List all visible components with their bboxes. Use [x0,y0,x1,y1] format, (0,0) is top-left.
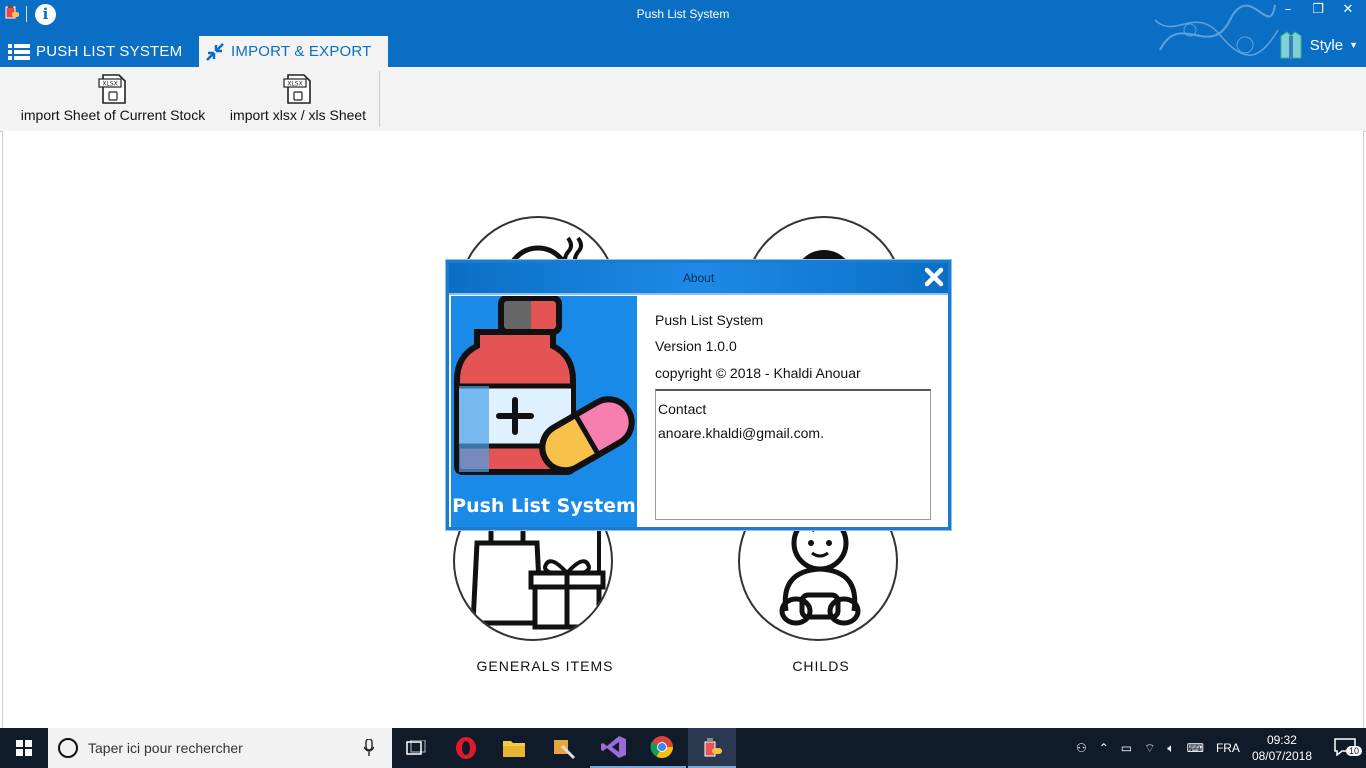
close-button[interactable]: ✕ [1338,2,1358,17]
windows-start-icon[interactable] [0,728,48,768]
category-label-generals-items: GENERALS ITEMS [476,658,614,674]
about-copyright: copyright © 2018 - Khaldi Anouar [655,365,861,381]
search-placeholder: Taper ici pour rechercher [88,740,243,756]
tab-import-export[interactable]: IMPORT & EXPORT [199,36,388,67]
keyboard-icon[interactable]: ⌨ [1187,741,1204,755]
volume-icon[interactable]: 🔈︎ [1167,741,1174,756]
shirt-icon [1280,31,1302,59]
push-list-app-icon[interactable] [688,728,736,768]
decorative-pattern [1154,4,1279,56]
contact-label: Contact [658,401,707,417]
contact-email: anoare.khaldi@gmail.com. [658,425,824,441]
close-icon[interactable] [923,266,945,288]
ribbon: XLSX import Sheet of Current Stock XLSX … [0,67,1366,132]
xlsx-badge: XLSX [287,81,302,88]
about-version: Version 1.0.0 [655,338,737,354]
chevron-down-icon: ▼ [1349,40,1358,50]
logo-text: Push List System [452,495,636,517]
tab-label: IMPORT & EXPORT [231,43,372,60]
visual-studio-icon[interactable] [590,728,638,768]
style-menu-button[interactable]: Style ▼ [1278,30,1358,60]
import-xlsx-xls-button[interactable]: XLSX import xlsx / xls Sheet [222,73,374,123]
action-center-icon[interactable]: 10 [1326,728,1366,768]
clock[interactable]: 09:32 08/07/2018 [1252,732,1312,764]
task-view-icon[interactable] [392,728,440,768]
chrome-icon[interactable] [638,728,686,768]
xlsx-file-icon: XLSX [283,74,311,104]
ribbon-separator [379,71,380,127]
xlsx-badge: XLSX [102,81,117,88]
minimize-button[interactable]: – [1278,2,1298,17]
window-controls: – ❐ ✕ [1278,2,1358,17]
cortana-icon [58,738,78,758]
tab-push-list-system[interactable]: PUSH LIST SYSTEM [8,36,182,67]
file-explorer-icon[interactable] [490,728,538,768]
people-icon[interactable]: ⚇ [1076,741,1087,755]
language-indicator[interactable]: FRA [1216,741,1240,755]
button-label: import xlsx / xls Sheet [229,107,367,123]
about-app-name: Push List System [655,312,764,328]
battery-icon[interactable]: ▭ [1121,741,1132,755]
system-tray: ⚇ ⌃ ▭ ⌔ 🔈︎ ⌨ FRA 09:32 08/07/2018 10 [1070,728,1366,768]
medicine-bottle-icon [454,296,635,475]
tools-app-icon[interactable] [540,728,588,768]
restore-button[interactable]: ❐ [1308,2,1328,17]
clock-date: 08/07/2018 [1251,749,1312,763]
about-dialog: About Push List System Push List System … [446,260,951,530]
chevron-up-icon[interactable]: ⌃ [1099,741,1109,755]
clock-time: 09:32 [1266,733,1297,747]
microphone-icon[interactable] [364,739,374,757]
taskbar-search[interactable]: Taper ici pour rechercher [48,728,392,768]
style-label: Style [1309,36,1344,54]
about-header: About [449,263,948,295]
category-label-childs: CHILDS [792,658,850,674]
notification-badge: 10 [1346,746,1363,756]
about-title: About [682,271,715,285]
contact-textbox[interactable]: Contact anoare.khaldi@gmail.com. [655,389,931,520]
list-icon [8,43,30,60]
title-bar: i Push List System – ❐ ✕ PUSH LIST SYSTE… [0,0,1366,67]
wifi-icon[interactable]: ⌔ [1144,741,1155,756]
taskbar: Taper ici pour rechercher ⚇ ⌃ ▭ ⌔ 🔈︎ ⌨ F… [0,728,1366,768]
button-label: import Sheet of Current Stock [20,107,206,123]
import-current-stock-button[interactable]: XLSX import Sheet of Current Stock [10,73,216,123]
opera-icon[interactable] [442,728,490,768]
app-logo: Push List System [451,296,637,527]
tab-label: PUSH LIST SYSTEM [36,43,183,60]
compress-arrows-icon [206,42,224,61]
xlsx-file-icon: XLSX [98,74,126,104]
